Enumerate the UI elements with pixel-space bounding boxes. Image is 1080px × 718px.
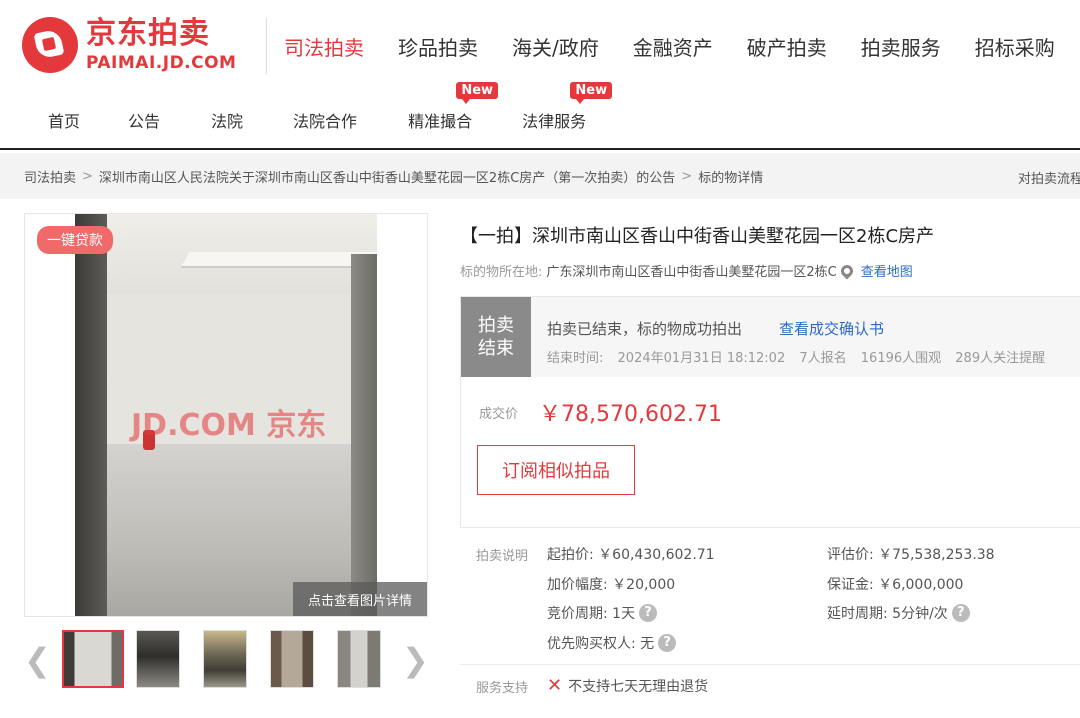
extension-period-text: 延时周期: 5分钟/次 — [827, 606, 948, 622]
sub-nav-home[interactable]: 首页 — [48, 108, 80, 132]
thumbnail[interactable] — [136, 630, 180, 688]
priority-buyer-text: 优先购买权人: 无 — [547, 636, 655, 652]
bid-period: 竞价周期: 1天 ? — [547, 603, 658, 623]
item-location: 标的物所在地: 广东深圳市南山区香山中街香山美墅花园一区2栋C 查看地图 — [460, 261, 913, 280]
breadcrumb: 司法拍卖 > 深圳市南山区人民法院关于深圳市南山区香山中街香山美墅花园一区2栋C… — [0, 153, 1080, 199]
view-confirmation-link[interactable]: 查看成交确认书 — [779, 318, 884, 339]
site-header: 京东拍卖 PAIMAI.JD.COM 司法拍卖 珍品拍卖 海关/政府 金融资产 … — [0, 0, 1080, 150]
status-message: 拍卖已结束，标的物成功拍出 — [547, 320, 743, 338]
main-nav-services[interactable]: 拍卖服务 — [861, 32, 941, 61]
logo-text: 京东拍卖 PAIMAI.JD.COM — [86, 15, 237, 73]
jd-paimai-logo[interactable]: 京东拍卖 PAIMAI.JD.COM — [22, 14, 262, 76]
new-badge: New — [570, 82, 613, 104]
thumb-next-arrow-icon[interactable]: ❯ — [402, 644, 429, 676]
start-price-text: 起拍价: ￥60,430,602.71 — [547, 547, 715, 563]
deposit-text: 保证金: ￥6,000,000 — [827, 577, 964, 593]
main-nav-finance[interactable]: 金融资产 — [633, 32, 713, 61]
auction-info-label: 拍卖说明 — [476, 549, 529, 564]
no-return-policy: ✕ 不支持七天无理由退货 — [547, 675, 708, 696]
status-tag-line2: 结束 — [478, 338, 514, 359]
status-tag-line1: 拍卖 — [478, 314, 514, 336]
main-nav-judicial[interactable]: 司法拍卖 — [284, 32, 364, 61]
main-nav-tender[interactable]: 招标采购 — [975, 32, 1055, 61]
thumbnail-strip: ❮ ❯ — [24, 628, 429, 690]
end-time-label: 结束时间: — [547, 351, 604, 366]
auction-status-panel: 拍卖 结束 拍卖已结束，标的物成功拍出 查看成交确认书 结束时间: 2024年0… — [460, 296, 1080, 528]
follower-count: 289人关注提醒 — [955, 351, 1046, 366]
thumbnail[interactable] — [337, 630, 381, 688]
main-image-viewer[interactable]: JD.COM 京东 一键贷款 点击查看图片详情 — [24, 213, 428, 617]
header-divider — [0, 148, 1080, 150]
service-support-label: 服务支持 — [476, 681, 529, 696]
final-price: ￥78,570,602.71 — [539, 402, 722, 427]
auction-process-link[interactable]: 对拍卖流程 — [1018, 168, 1080, 187]
priority-buyer: 优先购买权人: 无 ? — [547, 633, 677, 653]
breadcrumb-notice[interactable]: 深圳市南山区人民法院关于深圳市南山区香山中街香山美墅花园一区2栋C房产（第一次拍… — [99, 167, 675, 186]
signup-count: 7人报名 — [799, 351, 847, 366]
main-nav-customs[interactable]: 海关/政府 — [512, 32, 599, 61]
bid-period-text: 竞价周期: 1天 — [547, 606, 636, 622]
jd-watermark: JD.COM 京东 — [131, 408, 327, 443]
help-icon[interactable]: ? — [951, 604, 970, 622]
main-nav-bankruptcy[interactable]: 破产拍卖 — [747, 32, 827, 61]
view-map-link[interactable]: 查看地图 — [861, 261, 913, 280]
logo-mark-icon — [22, 17, 78, 73]
sub-nav-notice[interactable]: 公告 — [128, 108, 160, 132]
logo-en: PAIMAI.JD.COM — [86, 52, 237, 73]
breadcrumb-judicial[interactable]: 司法拍卖 — [24, 167, 76, 186]
cross-icon: ✕ — [547, 675, 563, 696]
map-pin-icon — [838, 262, 856, 279]
main-nav: 司法拍卖 珍品拍卖 海关/政府 金融资产 破产拍卖 拍卖服务 招标采购 — [284, 32, 1080, 61]
new-badge: New — [456, 82, 499, 104]
breadcrumb-current: 标的物详情 — [698, 170, 764, 186]
thumb-prev-arrow-icon[interactable]: ❮ — [24, 644, 51, 676]
view-photo-details-button[interactable]: 点击查看图片详情 — [293, 582, 427, 616]
sub-nav-matching[interactable]: 精准撮合 New — [408, 82, 499, 132]
item-title: 【一拍】深圳市南山区香山中街香山美墅花园一区2栋C房产 — [460, 226, 935, 247]
logo-divider — [266, 18, 267, 74]
auction-ended-tag: 拍卖 结束 — [461, 297, 531, 377]
logo-cn: 京东拍卖 — [86, 15, 210, 51]
start-price: 起拍价: ￥60,430,602.71 — [547, 544, 715, 564]
bid-increment: 加价幅度: ￥20,000 — [547, 574, 675, 594]
end-time: 2024年01月31日 18:12:02 — [617, 351, 786, 366]
location-value: 广东深圳市南山区香山中街香山美墅花园一区2栋C — [546, 265, 837, 280]
appraisal-price-text: 评估价: ￥75,538,253.38 — [827, 547, 995, 563]
status-meta: 结束时间: 2024年01月31日 18:12:02 7人报名 16196人围观… — [547, 347, 1055, 366]
status-header: 拍卖 结束 拍卖已结束，标的物成功拍出 查看成交确认书 结束时间: 2024年0… — [461, 297, 1080, 377]
sub-nav-legal[interactable]: 法律服务 New — [522, 82, 613, 132]
location-label: 标的物所在地: — [460, 265, 543, 280]
help-icon[interactable]: ? — [658, 634, 677, 652]
thumbnail[interactable] — [62, 630, 124, 688]
sub-nav-court[interactable]: 法院 — [211, 108, 243, 132]
section-divider — [460, 664, 1080, 665]
thumbnail[interactable] — [203, 630, 247, 688]
deposit: 保证金: ￥6,000,000 — [827, 574, 963, 594]
appraisal-price: 评估价: ￥75,538,253.38 — [827, 544, 995, 564]
bid-increment-text: 加价幅度: ￥20,000 — [547, 577, 676, 593]
breadcrumb-separator: > — [681, 168, 693, 184]
help-icon[interactable]: ? — [639, 604, 658, 622]
thumbnail[interactable] — [270, 630, 314, 688]
property-photo[interactable]: JD.COM 京东 — [75, 214, 377, 616]
photo-door-frame — [75, 214, 107, 616]
extension-period: 延时周期: 5分钟/次 ? — [827, 603, 970, 623]
breadcrumb-separator: > — [82, 168, 93, 184]
sub-nav-court-coop[interactable]: 法院合作 — [293, 108, 357, 132]
sub-nav-matching-label: 精准撮合 — [408, 112, 473, 131]
main-nav-treasures[interactable]: 珍品拍卖 — [398, 32, 478, 61]
no-return-text: 不支持七天无理由退货 — [568, 678, 709, 695]
subscribe-similar-button[interactable]: 订阅相似拍品 — [477, 445, 635, 495]
one-click-loan-badge[interactable]: 一键贷款 — [37, 226, 113, 254]
photo-door-panel — [351, 254, 377, 616]
final-price-label: 成交价 — [479, 407, 519, 422]
photo-ceiling-trim — [180, 252, 377, 268]
sub-nav: 首页 公告 法院 法院合作 精准撮合 New 法律服务 New — [48, 82, 613, 132]
sub-nav-legal-label: 法律服务 — [522, 112, 587, 131]
viewer-count: 16196人围观 — [860, 351, 942, 366]
